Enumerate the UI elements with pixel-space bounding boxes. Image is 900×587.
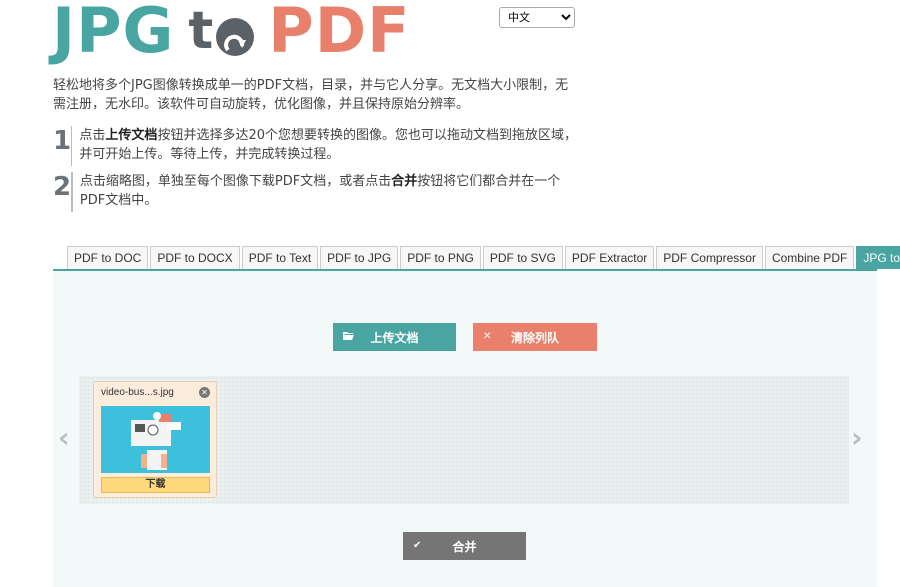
step-divider xyxy=(71,172,73,212)
step-2: 2 点击缩略图，单独至每个图像下载PDF文档，或者点击合并按钮将它们都合并在一个… xyxy=(53,172,578,212)
step-number: 2 xyxy=(53,172,72,202)
step-1: 1 点击上传文档按钮并选择多达20个您想要转换的图像。您也可以拖动文档到拖放区域… xyxy=(53,126,578,166)
logo-jpg: JPG xyxy=(52,0,175,67)
tab-pdf-to-jpg[interactable]: PDF to JPG xyxy=(320,246,399,269)
file-thumbnail[interactable] xyxy=(101,406,210,473)
intro-text: 轻松地将多个JPG图像转换成单一的PDF文档，目录，并与它人分享。无文档大小限制… xyxy=(53,78,569,112)
logo: JPG t PDF xyxy=(52,0,411,67)
clear-queue-button[interactable]: ✕ 清除列队 xyxy=(473,323,597,351)
file-card[interactable]: video-bus...s.jpg ✕ 下载 xyxy=(93,381,217,498)
tab-pdf-to-svg[interactable]: PDF to SVG xyxy=(482,246,563,269)
tab-combine-pdf[interactable]: Combine PDF xyxy=(764,246,855,269)
tab-pdf-compressor[interactable]: PDF Compressor xyxy=(656,246,763,269)
logo-pdf: PDF xyxy=(268,0,411,67)
tab-pdf-to-docx[interactable]: PDF to DOCX xyxy=(150,246,240,269)
tab-pdf-to-text[interactable]: PDF to Text xyxy=(241,246,319,269)
logo-t: t xyxy=(188,1,215,61)
next-arrow-icon[interactable]: › xyxy=(851,421,863,454)
language-select[interactable]: 中文 xyxy=(499,7,575,28)
tab-pdf-extractor[interactable]: PDF Extractor xyxy=(564,246,655,269)
step-number: 1 xyxy=(53,126,72,156)
file-name: video-bus...s.jpg xyxy=(101,387,174,398)
tab-pdf-to-png[interactable]: PDF to PNG xyxy=(400,246,481,269)
times-icon: ✕ xyxy=(483,331,492,342)
merge-button[interactable]: ✔ 合并 xyxy=(403,532,526,560)
step-text-bold: 上传文档 xyxy=(105,128,158,143)
tool-tabs: PDF to DOC PDF to DOCX PDF to Text PDF t… xyxy=(53,246,900,271)
check-icon: ✔ xyxy=(413,540,422,551)
download-button[interactable]: 下载 xyxy=(101,477,210,493)
logo-to: t xyxy=(188,1,255,61)
merge-button-label: 合并 xyxy=(452,539,477,554)
step-divider xyxy=(71,126,73,166)
step-text: 点击上传文档按钮并选择多达20个您想要转换的图像。您也可以拖动文档到拖放区域，并… xyxy=(79,126,578,166)
step-text-bold: 合并 xyxy=(391,174,418,189)
converter-panel: 上传文档 ✕ 清除列队 ‹ › video-bus...s.jpg ✕ 下载 ✔ xyxy=(53,271,877,587)
close-icon[interactable]: ✕ xyxy=(199,387,210,398)
upload-button-label: 上传文档 xyxy=(370,330,419,345)
prev-arrow-icon[interactable]: ‹ xyxy=(58,421,70,454)
step-text-pre: 点击 xyxy=(79,128,106,143)
folder-open-icon xyxy=(343,331,354,344)
upload-button[interactable]: 上传文档 xyxy=(333,323,456,351)
clear-queue-button-label: 清除列队 xyxy=(510,330,559,345)
rotate-arrow-icon xyxy=(216,18,255,56)
step-text-pre: 点击缩略图，单独至每个图像下载PDF文档，或者点击 xyxy=(79,174,392,189)
tab-jpg-to-pdf[interactable]: JPG to PDF xyxy=(856,246,900,269)
step-text: 点击缩略图，单独至每个图像下载PDF文档，或者点击合并按钮将它们都合并在一个PD… xyxy=(80,172,578,212)
tab-pdf-to-doc[interactable]: PDF to DOC xyxy=(67,246,149,269)
